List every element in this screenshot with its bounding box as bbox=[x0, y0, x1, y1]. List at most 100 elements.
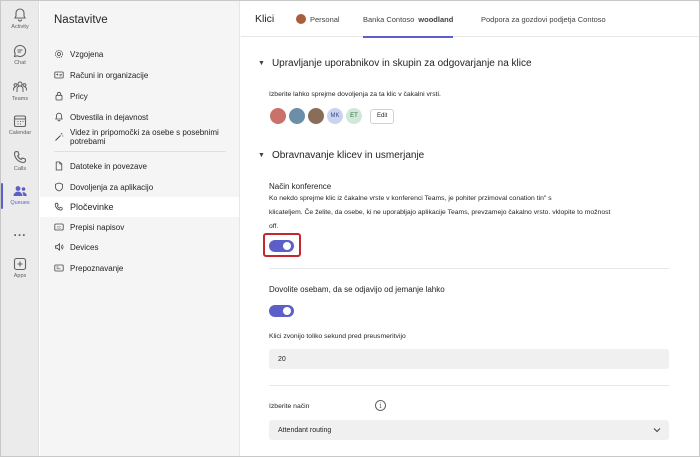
rail-calls[interactable]: Calls bbox=[1, 149, 39, 172]
settings-sidebar: Nastavitve Vzgojena Računi in organizaci… bbox=[40, 1, 240, 456]
member-avatars: MK ET Edit bbox=[269, 107, 395, 125]
sidebar-item-app-permissions[interactable]: Dovoljenja za aplikacijo bbox=[40, 178, 239, 196]
speaker-icon bbox=[55, 242, 64, 252]
conference-description: Ko nekdo sprejme klic iz čakalne vrste v… bbox=[269, 195, 552, 202]
section-heading: Upravljanje uporabnikov in skupin za odg… bbox=[271, 58, 532, 69]
avatar: ET bbox=[345, 107, 363, 125]
wand-icon bbox=[55, 133, 64, 141]
conference-mode-label: Način konference bbox=[269, 182, 332, 191]
tab-label: Personal bbox=[310, 14, 340, 24]
rail-label: Chat bbox=[14, 60, 26, 66]
rail-activity[interactable]: Activity bbox=[1, 7, 39, 30]
divider bbox=[269, 268, 669, 269]
rail-calendar[interactable]: Calendar bbox=[1, 113, 39, 136]
conference-description: off. bbox=[269, 223, 279, 230]
method-dropdown[interactable]: Attendant routing bbox=[269, 420, 669, 440]
recognition-icon bbox=[54, 264, 64, 272]
sidebar-item-label: Pricy bbox=[70, 91, 88, 101]
cc-icon: CC bbox=[54, 223, 64, 231]
sidebar-item-label: Prepisi napisov bbox=[70, 222, 125, 232]
chevron-down-icon: ▼ bbox=[258, 152, 265, 159]
sidebar-item-label: Računi in organizacije bbox=[70, 70, 149, 80]
rail-chat[interactable]: Chat bbox=[1, 43, 39, 66]
avatar bbox=[288, 107, 306, 125]
sidebar-item-accounts[interactable]: Računi in organizacije bbox=[40, 66, 239, 84]
avatar bbox=[307, 107, 325, 125]
divider bbox=[269, 385, 669, 386]
sidebar-item-label: Pločevinke bbox=[70, 202, 114, 212]
chevron-down-icon bbox=[653, 428, 661, 433]
info-icon[interactable]: i bbox=[375, 400, 386, 411]
rail-apps[interactable]: Apps bbox=[1, 256, 39, 279]
rail-label: Apps bbox=[13, 273, 27, 279]
method-value: Attendant routing bbox=[278, 426, 332, 434]
sidebar-item-general[interactable]: Vzgojena bbox=[40, 45, 239, 63]
svg-text:CC: CC bbox=[57, 225, 62, 229]
ring-seconds-label: Klici zvonijo toliko sekund pred preusme… bbox=[269, 333, 406, 340]
section-call-handling[interactable]: ▼ Obravnavanje klicev in usmerjanje bbox=[258, 150, 424, 161]
tab-label: Banka Contoso bbox=[363, 14, 415, 24]
highlight-box bbox=[263, 233, 301, 257]
sidebar-item-label: Datoteke in povezave bbox=[70, 161, 147, 171]
sidebar-item-files[interactable]: Datoteke in povezave bbox=[40, 157, 239, 175]
ring-seconds-input[interactable]: 20 bbox=[269, 349, 669, 369]
sidebar-title: Nastavitve bbox=[54, 14, 108, 26]
rail-label: Activity bbox=[11, 24, 29, 30]
sidebar-item-label: Devices bbox=[70, 242, 99, 252]
sidebar-item-devices[interactable]: Devices bbox=[40, 238, 239, 256]
phone-icon bbox=[13, 150, 27, 164]
method-label: Izberite način bbox=[269, 403, 310, 410]
rail-teams[interactable]: Teams bbox=[1, 79, 39, 102]
rail-queues[interactable]: Queues bbox=[1, 183, 39, 209]
sidebar-item-label: Obvestila in dejavnost bbox=[70, 112, 149, 122]
more-icon: ... bbox=[13, 225, 27, 239]
section-description: Izberite lahko sprejme dovoljenja za ta … bbox=[269, 91, 441, 98]
sidebar-divider bbox=[54, 151, 226, 152]
rail-label: Calls bbox=[13, 166, 27, 172]
section-user-management[interactable]: ▼ Upravljanje uporabnikov in skupin za o… bbox=[258, 58, 532, 69]
queues-icon bbox=[13, 186, 27, 196]
bell-icon bbox=[14, 8, 26, 22]
sidebar-item-privacy[interactable]: Pricy bbox=[40, 87, 239, 105]
sidebar-item-label: Prepoznavanje bbox=[70, 263, 124, 273]
conference-description: klicateljem. Če želite, da osebe, ki ne … bbox=[269, 209, 611, 216]
id-card-icon bbox=[54, 71, 64, 79]
rail-label: Queues bbox=[10, 200, 30, 206]
lock-icon bbox=[55, 91, 63, 101]
sidebar-item-label: Vzgojena bbox=[70, 49, 104, 59]
rail-more[interactable]: ... bbox=[1, 223, 39, 241]
avatar bbox=[269, 107, 287, 125]
opt-out-toggle[interactable] bbox=[269, 305, 294, 317]
apps-icon bbox=[13, 257, 27, 271]
toggle-knob bbox=[283, 307, 291, 315]
edit-button[interactable]: Edit bbox=[370, 108, 395, 124]
tab-label-bold: woodland bbox=[418, 14, 454, 24]
avatar: MK bbox=[326, 107, 344, 125]
sidebar-item-recognition[interactable]: Prepoznavanje bbox=[40, 259, 239, 277]
shield-icon bbox=[55, 182, 63, 192]
sidebar-item-calls[interactable]: Pločevinke bbox=[40, 197, 239, 217]
tab-bank-contoso[interactable]: Banka Contoso woodland bbox=[363, 1, 454, 38]
calendar-icon bbox=[13, 115, 27, 128]
teams-icon bbox=[13, 81, 27, 92]
chevron-down-icon: ▼ bbox=[258, 60, 265, 67]
tab-label: Podpora za gozdovi podjetja Contoso bbox=[481, 14, 606, 24]
tab-bar: Klici Personal Banka Contoso woodland Po… bbox=[241, 1, 699, 38]
chat-icon bbox=[13, 44, 27, 58]
rail-label: Teams bbox=[11, 96, 29, 102]
sidebar-item-label: Dovoljenja za aplikacijo bbox=[70, 182, 154, 192]
gear-icon bbox=[55, 50, 63, 58]
phone-icon bbox=[54, 202, 63, 211]
rail-label: Calendar bbox=[8, 130, 32, 136]
main-content: Klici Personal Banka Contoso woodland Po… bbox=[241, 1, 699, 456]
tab-personal[interactable]: Personal bbox=[296, 1, 340, 37]
sidebar-item-label: Videz in pripomočki za osebe s posebnimi… bbox=[70, 128, 219, 146]
sidebar-item-notifications[interactable]: Obvestila in dejavnost bbox=[40, 108, 239, 126]
avatar bbox=[296, 14, 306, 24]
sidebar-item-captions[interactable]: CC Prepisi napisov bbox=[40, 218, 239, 236]
opt-out-label: Dovolite osebam, da se odjavijo od jeman… bbox=[269, 285, 445, 294]
tab-support[interactable]: Podpora za gozdovi podjetja Contoso bbox=[481, 1, 606, 37]
app-rail: Activity Chat Teams Calendar Calls Queue… bbox=[1, 1, 39, 456]
section-heading: Obravnavanje klicev in usmerjanje bbox=[271, 150, 425, 161]
sidebar-item-appearance[interactable]: Videz in pripomočki za osebe s posebnimi… bbox=[40, 128, 239, 146]
